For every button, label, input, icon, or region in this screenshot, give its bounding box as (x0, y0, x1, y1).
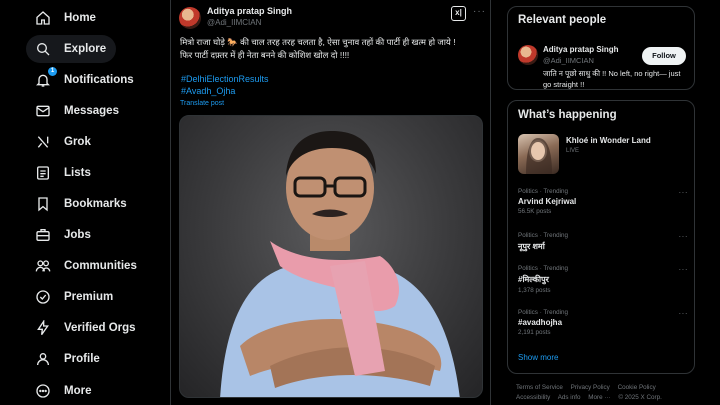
live-thumbnail-art (526, 138, 552, 174)
trend-item[interactable]: Politics · Trending #मिल्कीपुर 1,378 pos… (518, 265, 688, 294)
hashtag-link[interactable]: #Avadh_Ojha (181, 86, 235, 96)
author-name[interactable]: Aditya pratap Singh (207, 6, 292, 16)
nav-label-communities: Communities (64, 260, 137, 272)
trend-more-button[interactable]: ··· (679, 265, 689, 274)
divider-right (490, 0, 491, 405)
trend-meta: Politics · Trending (518, 232, 569, 239)
nav-item-more[interactable]: More (26, 377, 101, 405)
hashtag-link[interactable]: #DelhiElectionResults (181, 74, 269, 84)
person-icon (34, 350, 52, 368)
nav-item-verified-orgs[interactable]: Verified Orgs (26, 314, 146, 342)
nav-item-jobs[interactable]: Jobs (26, 221, 101, 249)
nav-item-messages[interactable]: Messages (26, 97, 129, 125)
relevant-person-handle[interactable]: @Adi_IIMCIAN (543, 56, 594, 65)
nav-label-jobs: Jobs (64, 229, 91, 241)
nav-label-lists: Lists (64, 167, 91, 179)
footer-links-row-2: Accessibility Ads info More ··· © 2025 X… (516, 394, 706, 401)
relevant-people-card: Relevant people Aditya pratap Singh @Adi… (507, 6, 695, 90)
nav-label-profile: Profile (64, 353, 100, 365)
bookmark-icon (34, 195, 52, 213)
left-nav: Home Explore 1 Notifications Messages Gr… (0, 0, 170, 405)
live-thumbnail[interactable] (518, 134, 559, 174)
nav-label-premium: Premium (64, 291, 114, 303)
post-text: मित्रो राजा घोड़े 🐎 की चाल तरह तरह चलता … (180, 36, 480, 61)
grok-icon (34, 133, 52, 151)
notification-badge: 1 (48, 67, 57, 76)
nav-item-home[interactable]: Home (26, 4, 106, 32)
nav-item-notifications[interactable]: 1 Notifications (26, 66, 144, 94)
trend-more-button[interactable]: ··· (679, 232, 689, 241)
relevant-people-title: Relevant people (518, 14, 607, 26)
post-more-button[interactable]: ··· (473, 6, 486, 17)
footer-link[interactable]: More ··· (588, 394, 610, 401)
trend-meta: Politics · Trending (518, 265, 569, 272)
trend-more-button[interactable]: ··· (679, 188, 689, 197)
nav-item-bookmarks[interactable]: Bookmarks (26, 190, 137, 218)
trend-meta: Politics · Trending (518, 309, 569, 316)
list-icon (34, 164, 52, 182)
nav-item-grok[interactable]: Grok (26, 128, 101, 156)
footer-link[interactable]: Privacy Policy (571, 384, 610, 391)
footer-links-row-1: Terms of Service Privacy Policy Cookie P… (516, 384, 706, 391)
nav-label-verified-orgs: Verified Orgs (64, 322, 136, 334)
trend-name: #मिल्कीपुर (518, 275, 549, 284)
search-icon (34, 40, 52, 58)
trend-meta: Politics · Trending (518, 188, 569, 195)
trend-count: 2,191 posts (518, 329, 551, 336)
trend-item[interactable]: Politics · Trending #avadhojha 2,191 pos… (518, 309, 688, 336)
trend-name: Arvind Kejriwal (518, 197, 577, 206)
footer-link[interactable]: Terms of Service (516, 384, 563, 391)
bell-icon: 1 (34, 67, 57, 89)
lightning-icon (34, 319, 52, 337)
live-space-name[interactable]: Khloé in Wonder Land (566, 136, 651, 145)
footer-link[interactable]: Accessibility (516, 394, 550, 401)
trend-count: 56.5K posts (518, 208, 552, 215)
trend-item[interactable]: Politics · Trending नूपुर शर्मा ··· (518, 232, 688, 252)
show-more-link[interactable]: Show more (518, 353, 558, 362)
post-text-line-2: फिर पार्टी दफ़्तर में ही नेता बनने की को… (180, 49, 350, 60)
x-premium-icon (34, 288, 52, 306)
trend-name: नूपुर शर्मा (518, 242, 545, 251)
nav-item-communities[interactable]: Communities (26, 252, 147, 280)
nav-label-home: Home (64, 12, 96, 24)
nav-item-explore[interactable]: Explore (26, 35, 117, 63)
nav-item-profile[interactable]: Profile (26, 345, 110, 373)
whats-happening-title: What’s happening (518, 109, 617, 121)
trend-more-button[interactable]: ··· (679, 309, 689, 318)
more-circle-icon (34, 382, 52, 400)
nav-item-premium[interactable]: Premium (26, 283, 123, 311)
nav-label-messages: Messages (64, 105, 119, 117)
relevant-person-bio: जाति न पूछो साधु की !! No left, no right… (543, 69, 681, 89)
follow-button[interactable]: Follow (642, 47, 686, 65)
trend-item[interactable]: Politics · Trending Arvind Kejriwal 56.5… (518, 188, 688, 215)
trend-name: #avadhojha (518, 318, 563, 327)
nav-label-notifications: Notifications (64, 74, 134, 86)
post-header: Aditya pratap Singh @Adi_IIMCIAN x| ··· (179, 6, 486, 30)
live-badge: LIVE (566, 148, 580, 154)
portrait-illustration (220, 131, 460, 397)
relevant-person-name[interactable]: Aditya pratap Singh (543, 45, 619, 54)
post-image[interactable] (179, 115, 483, 398)
nav-label-more: More (64, 385, 92, 397)
footer-link[interactable]: Cookie Policy (618, 384, 656, 391)
avatar[interactable] (179, 7, 201, 29)
author-handle[interactable]: @Adi_IIMCIAN (207, 18, 261, 27)
envelope-icon (34, 102, 52, 120)
briefcase-icon (34, 226, 52, 244)
trend-count: 1,378 posts (518, 287, 551, 294)
home-icon (34, 9, 52, 27)
people-icon (34, 257, 52, 275)
nav-label-bookmarks: Bookmarks (64, 198, 127, 210)
nav-item-lists[interactable]: Lists (26, 159, 101, 187)
avatar[interactable] (518, 45, 538, 65)
grok-explain-button[interactable]: x| (451, 6, 466, 21)
footer-link[interactable]: Ads info (558, 394, 581, 401)
copyright-text: © 2025 X Corp. (618, 394, 662, 401)
nav-label-explore: Explore (64, 43, 107, 55)
post-detail: Aditya pratap Singh @Adi_IIMCIAN x| ··· … (171, 0, 489, 405)
nav-label-grok: Grok (64, 136, 91, 148)
translate-post-link[interactable]: Translate post (180, 100, 224, 107)
whats-happening-card: What’s happening Khloé in Wonder Land LI… (507, 100, 695, 374)
post-text-line-1: मित्रो राजा घोड़े 🐎 की चाल तरह तरह चलता … (180, 37, 456, 47)
